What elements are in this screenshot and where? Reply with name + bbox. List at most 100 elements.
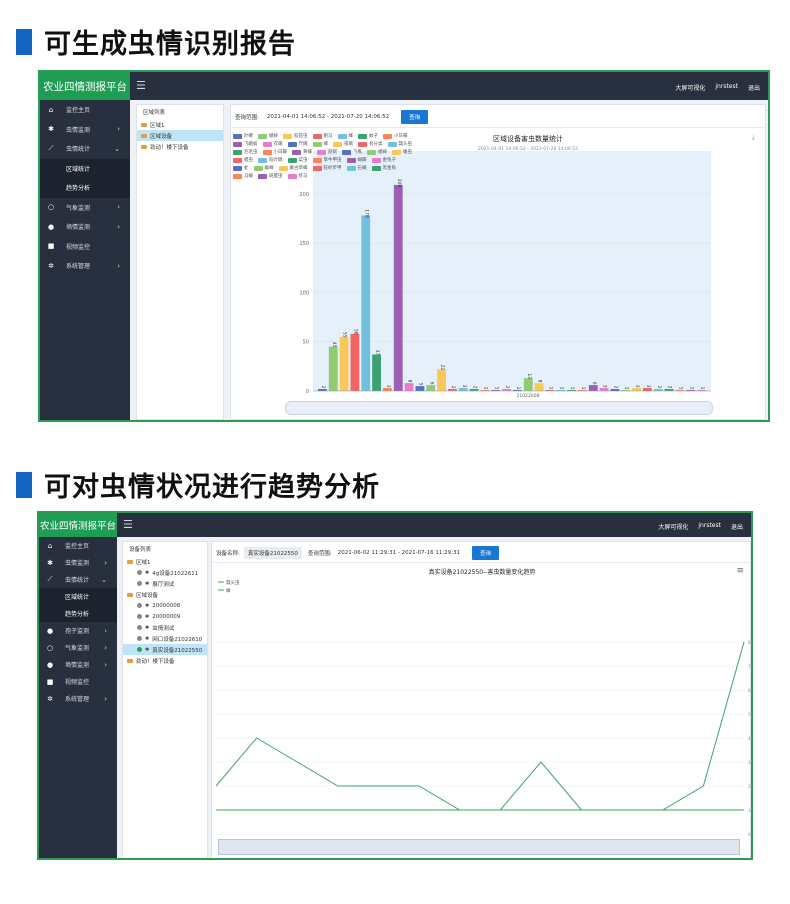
sidebar-item[interactable]: 趋势分析 — [40, 178, 130, 198]
sidebar-item[interactable]: ⟋ 虫情统计 ⌄ — [40, 139, 130, 159]
tree-item[interactable]: ✱ 4g设备21022611 — [123, 567, 207, 578]
sidebar-item[interactable]: 区域统计 — [40, 158, 130, 178]
tree-item-region-device[interactable]: 区域设备 — [137, 130, 223, 141]
legend-item[interactable]: 蜘蛛 — [253, 165, 274, 171]
legend-item[interactable]: 金龟子 — [371, 157, 396, 163]
legend-item[interactable]: 斑蝥虫 — [258, 173, 283, 179]
logout-link[interactable]: 退出 — [731, 522, 743, 531]
tree-item[interactable]: ✱ 虫情测试 — [123, 622, 207, 633]
y-tick-label: 50 — [303, 340, 309, 346]
legend-item[interactable]: 草牛甲虫 — [312, 157, 342, 163]
sidebar-item[interactable]: ○ 气象监测 › — [39, 639, 117, 656]
sidebar-item[interactable]: ✱ 虫情监测 › — [40, 120, 130, 140]
legend-item[interactable]: 稻叶螟 — [258, 157, 283, 163]
chart-icon: ⟋ — [48, 144, 54, 153]
tree-item[interactable]: ✱ 展厅测试 — [123, 578, 207, 589]
legend-swatch — [233, 133, 242, 139]
legend-item[interactable]: 蚊子 — [358, 133, 378, 139]
legend-item[interactable]: 蔗螟 — [317, 149, 337, 155]
tree-item[interactable]: ✱ 网口设备21022610 — [123, 633, 207, 644]
legend-item[interactable]: 有分类 — [358, 141, 383, 147]
sidebar-item-label: 监控主页 — [66, 107, 91, 115]
sidebar-item[interactable]: ■ 视频监控 — [39, 673, 117, 690]
legend-item[interactable]: 叶蝉 — [233, 133, 253, 139]
legend-item[interactable]: 尺蛾 — [287, 141, 308, 147]
legend-item[interactable]: 蝽虫 — [392, 149, 412, 155]
legend-item[interactable]: 毛毛虫 — [233, 149, 258, 155]
logout-link[interactable]: 退出 — [748, 83, 760, 92]
legend-item[interactable]: 夜蛾 — [333, 141, 353, 147]
sidebar-item[interactable]: ⟋ 虫情统计 ⌄ — [39, 571, 117, 588]
legend-item[interactable]: 蜂 — [312, 141, 328, 147]
legend-item[interactable]: 石蝇 — [346, 165, 367, 171]
legend-item[interactable]: 黑金龟 — [371, 165, 396, 171]
legend-item[interactable]: 虾马 — [287, 173, 308, 179]
menu-toggle-icon[interactable]: ☰ — [123, 518, 133, 531]
legend-item[interactable]: 小灰蝶 — [383, 133, 408, 139]
legend-swatch — [337, 133, 347, 139]
folder-icon — [127, 559, 133, 564]
username-link[interactable]: jnrstest — [715, 83, 738, 92]
legend-item[interactable]: 蟋蟀 — [367, 149, 387, 155]
legend-swatch — [278, 165, 288, 171]
bug-icon: ✱ — [145, 602, 150, 609]
tree-item[interactable]: ✱ 20000009 — [123, 611, 207, 622]
legend-item[interactable]: 黄蜂 — [292, 149, 312, 155]
zoom-slider[interactable] — [218, 839, 740, 855]
bigscreen-link[interactable]: 大屏可视化 — [675, 83, 705, 92]
sidebar-item[interactable]: ✲ 系统管理 › — [39, 690, 117, 707]
sidebar-item[interactable]: ○ 气象监测 › — [40, 198, 130, 218]
y-tick-label: 150 — [299, 241, 309, 247]
legend-label: 小白蝶 — [273, 150, 288, 155]
tree-item-region1[interactable]: 区域1 — [137, 119, 223, 130]
sidebar-item[interactable]: 趋势分析 — [39, 605, 117, 622]
bar — [426, 385, 436, 391]
legend-item[interactable]: 小白蝶 — [262, 149, 288, 155]
query-button[interactable]: 查询 — [472, 546, 500, 560]
tree-item[interactable]: 区域1 — [123, 556, 207, 567]
legend-label: 蟋蟀 — [269, 134, 278, 139]
device-select[interactable]: 真实设备21022550 — [243, 547, 302, 559]
legend-item[interactable]: 蟋蟀 — [258, 133, 278, 139]
bigscreen-link[interactable]: 大屏可视化 — [658, 522, 688, 531]
sidebar-item[interactable]: ● 墒情监测 › — [39, 656, 117, 673]
legend-item[interactable]: 蝗虫 — [233, 157, 253, 163]
tree-item[interactable]: ✱ 20000008 — [123, 600, 207, 611]
date-range-input[interactable]: 2021-06-02 11:29:31 - 2021-07-16 11:29:3… — [338, 550, 460, 556]
date-range-input[interactable]: 2021-04-01 14:06:52 - 2021-07-20 14:06:5… — [267, 114, 389, 120]
legend-swatch — [358, 133, 367, 139]
legend-item[interactable]: 虻 — [233, 165, 249, 171]
legend-item[interactable]: 菜虫 — [287, 157, 308, 163]
legend-item[interactable]: 瓢头虫 — [387, 141, 412, 147]
query-button[interactable]: 查询 — [401, 110, 429, 124]
legend-item[interactable]: 飞虱 — [342, 149, 362, 155]
legend-item[interactable]: 蝴蝶 — [346, 157, 367, 163]
legend-item[interactable]: 蛇蛉步甲 — [312, 165, 342, 171]
tree-item[interactable]: 劲动！楼下设备 — [123, 655, 207, 666]
menu-toggle-icon[interactable]: ☰ — [136, 79, 146, 92]
legend-item[interactable]: 衣蛾 — [262, 141, 283, 147]
home-icon: ⌂ — [48, 105, 54, 114]
sidebar-item[interactable]: ■ 视频监控 — [40, 237, 130, 257]
tree-item[interactable]: ✱ 真实设备21022550 — [123, 644, 207, 655]
chart-title: 真实设备21022550--害虫数量变化趋势 — [429, 568, 536, 576]
sidebar-item[interactable]: ⌂ 监控主页 — [40, 100, 130, 120]
legend-item[interactable]: 飞蛾蚁 — [233, 141, 258, 147]
legend-item[interactable]: 蒙古草蜂 — [278, 165, 308, 171]
zoom-slider[interactable] — [285, 401, 713, 415]
sidebar-item[interactable]: ● 孢子监测 › — [39, 622, 117, 639]
sidebar-item[interactable]: ✱ 虫情监测 › — [39, 554, 117, 571]
gear-icon: ✲ — [48, 261, 54, 270]
tree-item-downstairs[interactable]: 劲动！楼下设备 — [137, 141, 223, 152]
sidebar-item-label: 气象监测 — [65, 645, 90, 652]
sidebar-item[interactable]: ✲ 系统管理 › — [40, 256, 130, 276]
sidebar-item[interactable]: ⌂ 监控主页 — [39, 537, 117, 554]
username-link[interactable]: jnrstest — [698, 522, 721, 531]
sidebar-item[interactable]: ● 墒情监测 › — [40, 217, 130, 237]
tree-item[interactable]: 区域设备 — [123, 589, 207, 600]
legend-item[interactable]: 马蝇 — [233, 173, 253, 179]
legend-item[interactable]: 稻苞虫 — [283, 133, 308, 139]
legend-item[interactable]: 蓟马 — [312, 133, 333, 139]
legend-item[interactable]: 蜂 — [337, 133, 353, 139]
sidebar-item[interactable]: 区域统计 — [39, 588, 117, 605]
